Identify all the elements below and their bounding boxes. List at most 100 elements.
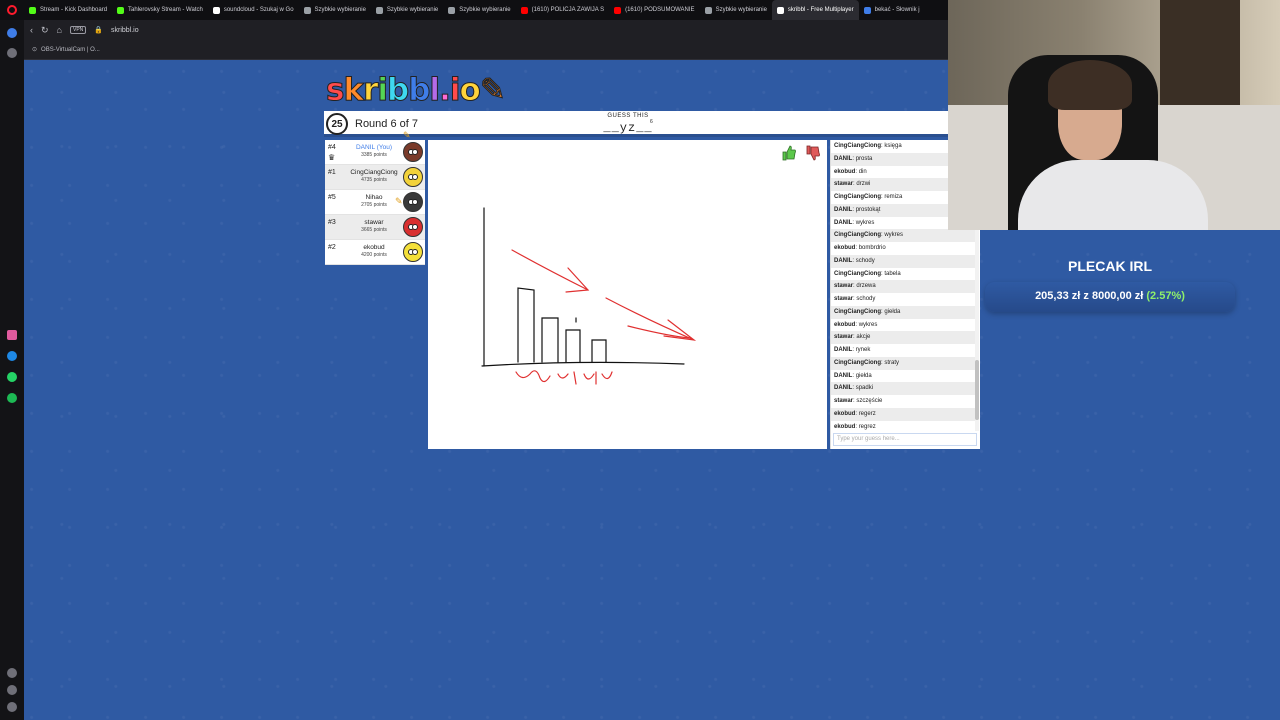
- player-rank: #2: [328, 244, 336, 251]
- chat-text: prostokąt: [855, 206, 881, 213]
- sketch-arrow-3: [627, 325, 691, 339]
- chat-user: stawar: [834, 296, 854, 302]
- chat-user: ekobud: [834, 423, 856, 430]
- chat-text: remiza: [884, 194, 903, 200]
- chat-text: prosta: [855, 155, 873, 162]
- browser-tab[interactable]: Szybkie wybieranie: [443, 0, 515, 20]
- tab-label: Stream - Kick Dashboard: [40, 7, 108, 13]
- player-rank: #4: [328, 144, 336, 151]
- player-avatar: [403, 167, 423, 187]
- player-name: CingCiangCiong: [350, 169, 398, 176]
- tab-favicon-icon: [863, 6, 871, 14]
- chat-user: stawar: [834, 334, 854, 341]
- vpn-badge[interactable]: VPN: [69, 26, 87, 34]
- browser-tab[interactable]: bekać - Słownik j: [859, 0, 925, 20]
- tab-label: Szybkie wybieranie: [386, 7, 439, 13]
- sketch-x-axis: [481, 361, 685, 367]
- home-icon[interactable]: ⌂: [57, 25, 62, 35]
- sketch-arrow-2: [605, 297, 695, 341]
- chat-text: drzewa: [856, 283, 876, 290]
- chat-message: stawar: drzewa: [831, 280, 975, 293]
- guess-title: GUESS THIS: [607, 113, 649, 119]
- whatsapp-sidebar-icon[interactable]: [7, 372, 17, 382]
- tab-strip: Stream - Kick Dashboard Tahlerovsky Strea…: [24, 0, 925, 20]
- chat-user: DANIL: [834, 385, 853, 392]
- sketch-arrow-1: [511, 249, 589, 291]
- browser-tab[interactable]: Szybkie wybieranie: [700, 0, 772, 20]
- sketch-bar-1: [517, 287, 535, 363]
- heart-sidebar-icon[interactable]: [7, 668, 17, 678]
- browser-tab[interactable]: Stream - Kick Dashboard: [24, 0, 112, 20]
- goal-percent: (2.57%): [1146, 290, 1185, 302]
- url-field[interactable]: skribbl.io: [111, 27, 139, 34]
- browser-tab[interactable]: soundcloud - Szukaj w Go: [208, 0, 299, 20]
- bookmarks-bar: ⊙ OBS-VirtualCam | O...: [24, 40, 948, 60]
- goal-connector: z: [1083, 290, 1089, 302]
- player-name: stawar: [364, 219, 384, 226]
- word-length: 6: [650, 119, 653, 125]
- browser-tab[interactable]: Tahlerovsky Stream - Watch: [112, 0, 208, 20]
- player-row[interactable]: #5 Nihao 2705 points: [325, 190, 425, 215]
- opera-logo-icon[interactable]: [0, 0, 24, 20]
- chat-user: DANIL: [834, 257, 853, 264]
- chat-user: CingCiangCiong: [834, 143, 881, 149]
- browser-tab-bar: Stream - Kick Dashboard Tahlerovsky Strea…: [0, 0, 948, 20]
- word-hint: __yz__: [603, 121, 653, 135]
- player-points: 3385 points: [361, 152, 387, 158]
- chat-message: stawar: szczęście: [834, 398, 883, 404]
- tab-label: Szybkie wybieranie: [459, 7, 511, 13]
- chat-text: wykres: [855, 219, 875, 226]
- player-row[interactable]: #2 ekobud 4200 points: [325, 240, 425, 265]
- browser-tab[interactable]: skribbl - Free Multiplayer: [771, 0, 859, 20]
- messenger-sidebar-icon[interactable]: [7, 351, 17, 361]
- chat-user: ekobud: [834, 245, 856, 251]
- home-sidebar-icon[interactable]: [7, 28, 17, 38]
- tab-favicon-icon: [303, 6, 311, 14]
- browser-tab[interactable]: Szybkie wybieranie: [299, 0, 371, 20]
- player-name: DANIL (You): [355, 144, 392, 151]
- browser-tab[interactable]: (1610) POLICJA ZAWIJA S: [516, 0, 609, 20]
- webcam-feed: [948, 0, 1280, 230]
- player-points: 4735 points: [361, 177, 387, 183]
- chat-message: stawar: schody: [834, 296, 876, 302]
- chat-text: regrez: [858, 423, 876, 430]
- player-row[interactable]: #1 CingCiangCiong 4735 points: [325, 165, 425, 190]
- player-avatar: [403, 242, 423, 262]
- player-name: ekobud: [363, 244, 385, 251]
- browser-tab[interactable]: (1610) PODSUMOWANIE: [609, 0, 699, 20]
- player-avatar: [403, 192, 423, 212]
- history-sidebar-icon[interactable]: [7, 685, 17, 695]
- chat-message: ekobud: bombrdrio: [834, 245, 886, 251]
- more-sidebar-icon[interactable]: [7, 702, 17, 712]
- chat-user: DANIL: [834, 372, 853, 379]
- chat-user: stawar: [834, 283, 854, 290]
- browser-sidebar: [0, 20, 24, 720]
- sketch-bar-2: [541, 317, 559, 363]
- chat-scroll-thumb[interactable]: [975, 360, 979, 420]
- player-points: 4200 points: [361, 252, 387, 258]
- bookmarks-sidebar-icon[interactable]: [7, 48, 17, 58]
- guess-input[interactable]: Type your guess here...: [833, 433, 977, 446]
- back-icon[interactable]: ‹: [30, 25, 33, 35]
- chat-text: din: [858, 168, 867, 175]
- thumbs-down-icon[interactable]: [804, 144, 822, 166]
- reload-icon[interactable]: ↻: [41, 25, 49, 36]
- bookmark-obs[interactable]: OBS-VirtualCam | O...: [41, 47, 100, 53]
- thumbs-up-icon[interactable]: [780, 144, 798, 166]
- player-row[interactable]: #3 stawar 3665 points: [325, 215, 425, 240]
- chat-text: tabela: [884, 270, 901, 277]
- player-row[interactable]: #4 ♛ DANIL (You) 3385 points: [325, 140, 425, 165]
- chat-user: DANIL: [834, 206, 853, 213]
- chat-text: księga: [884, 143, 902, 149]
- chat-text: straty: [884, 359, 900, 366]
- drawing-canvas[interactable]: [428, 140, 827, 449]
- browser-tab[interactable]: Szybkie wybieranie: [371, 0, 443, 20]
- goal-amount: 205,33 zł z 8000,00 zł (2.57%): [985, 282, 1235, 312]
- tab-favicon-icon: [375, 6, 383, 14]
- player-list: #4 ♛ DANIL (You) 3385 points #1 CingCiangCion…: [325, 140, 425, 265]
- chat-text: schody: [856, 296, 876, 302]
- spotify-sidebar-icon[interactable]: [7, 393, 17, 403]
- crown-icon: ♛: [328, 153, 336, 162]
- aria-sidebar-icon[interactable]: [7, 330, 17, 340]
- pencil-icon: ✎: [403, 130, 411, 140]
